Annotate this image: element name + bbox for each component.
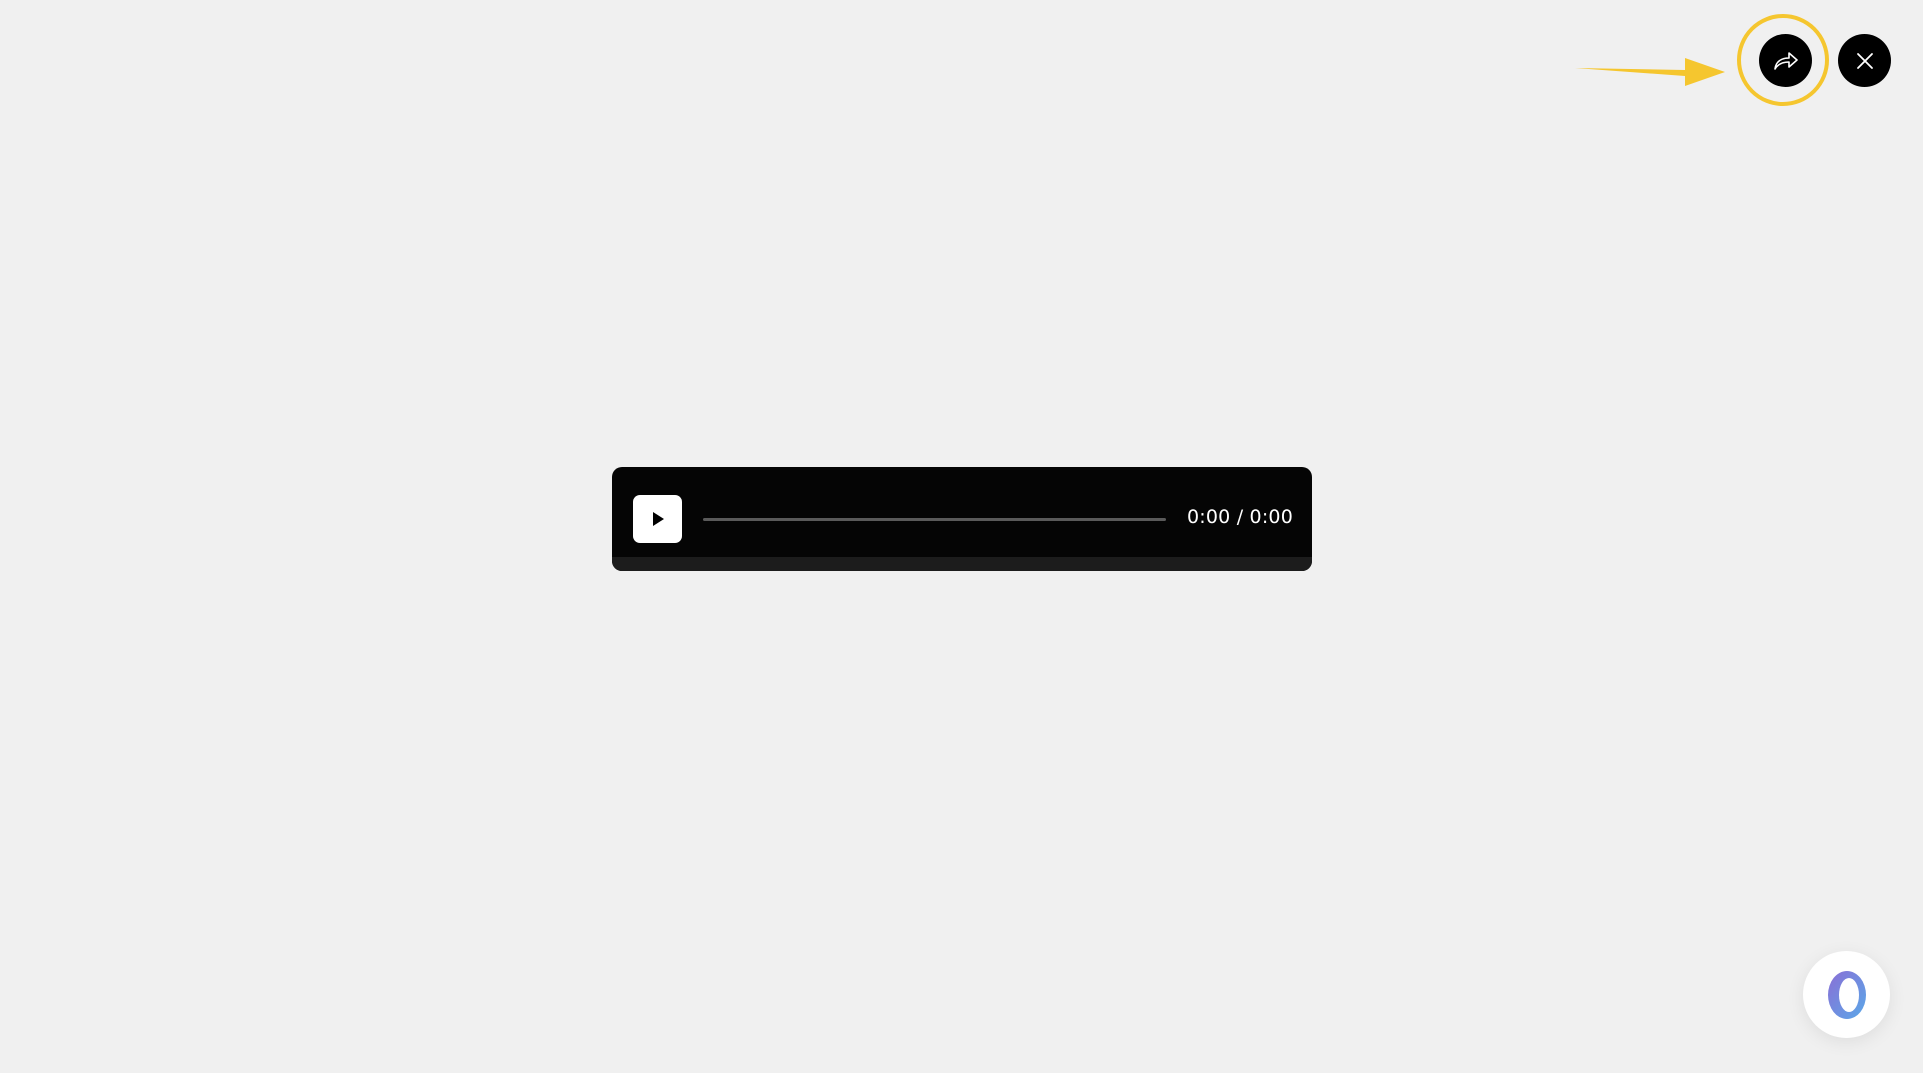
time-display: 0:00 / 0:00 xyxy=(1187,506,1294,528)
share-button[interactable] xyxy=(1759,34,1812,87)
highlight-arrow xyxy=(1575,58,1725,86)
assistant-logo-icon xyxy=(1827,970,1866,1019)
assistant-button[interactable] xyxy=(1803,951,1890,1038)
share-arrow-icon xyxy=(1773,51,1798,70)
play-icon xyxy=(652,512,664,526)
progress-bar[interactable] xyxy=(703,518,1166,521)
close-icon xyxy=(1856,52,1873,69)
page: 0:00 / 0:00 xyxy=(0,0,1923,1073)
play-button[interactable] xyxy=(633,495,682,543)
close-button[interactable] xyxy=(1838,34,1891,87)
player-bottom-strip xyxy=(612,557,1312,571)
audio-player: 0:00 / 0:00 xyxy=(612,467,1312,571)
